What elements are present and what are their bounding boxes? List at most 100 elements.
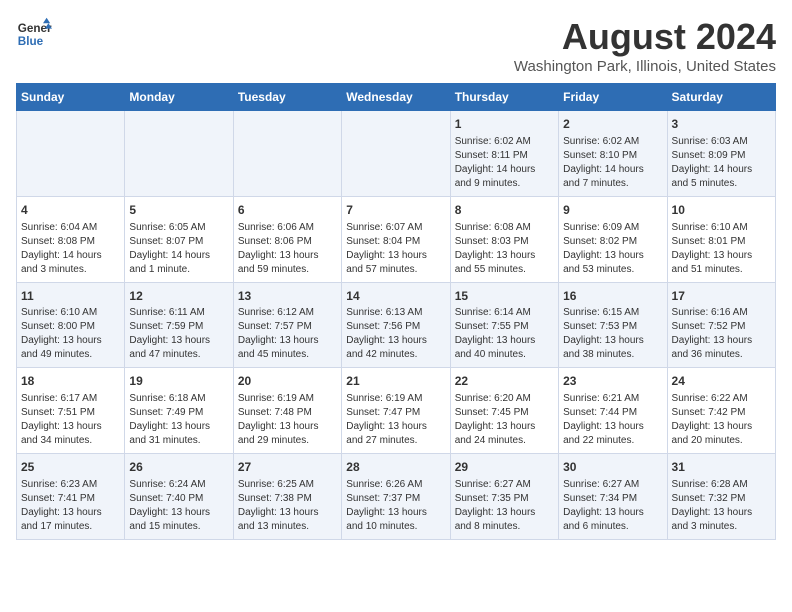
day-info: Sunrise: 6:19 AM Sunset: 7:47 PM Dayligh… — [346, 392, 445, 448]
calendar-cell: 16Sunrise: 6:15 AM Sunset: 7:53 PM Dayli… — [559, 282, 667, 368]
day-info: Sunrise: 6:15 AM Sunset: 7:53 PM Dayligh… — [563, 306, 662, 362]
calendar-cell: 9 Sunrise: 6:09 AM Sunset: 8:02 PM Daylig… — [559, 196, 667, 282]
calendar-cell: 3 Sunrise: 6:03 AM Sunset: 8:09 PM Daylig… — [667, 111, 775, 197]
column-header-saturday: Saturday — [667, 84, 775, 111]
day-info: Sunrise: 6:22 AM Sunset: 7:42 PM Dayligh… — [672, 392, 771, 448]
week-row-5: 25Sunrise: 6:23 AM Sunset: 7:41 PM Dayli… — [17, 454, 776, 540]
week-row-2: 4 Sunrise: 6:04 AM Sunset: 8:08 PM Daylig… — [17, 196, 776, 282]
logo: General Blue — [16, 16, 52, 52]
day-info: Sunrise: 6:10 AM Sunset: 8:00 PM Dayligh… — [21, 306, 120, 362]
calendar-cell: 6 Sunrise: 6:06 AM Sunset: 8:06 PM Daylig… — [233, 196, 341, 282]
day-number: 9 — [563, 202, 662, 219]
svg-text:General: General — [18, 22, 52, 35]
day-number: 17 — [672, 288, 771, 305]
day-number: 6 — [238, 202, 337, 219]
calendar-cell: 22 Sunrise: 6:20 AM Sunset: 7:45 PM Dayli… — [450, 368, 558, 454]
week-row-3: 11Sunrise: 6:10 AM Sunset: 8:00 PM Dayli… — [17, 282, 776, 368]
day-info: Sunrise: 6:24 AM Sunset: 7:40 PM Dayligh… — [129, 478, 228, 534]
calendar-cell — [125, 111, 233, 197]
day-number: 27 — [238, 459, 337, 476]
calendar-cell: 10 Sunrise: 6:10 AM Sunset: 8:01 PM Dayli… — [667, 196, 775, 282]
day-number: 20 — [238, 373, 337, 390]
calendar-cell: 27Sunrise: 6:25 AM Sunset: 7:38 PM Dayli… — [233, 454, 341, 540]
day-number: 2 — [563, 116, 662, 133]
calendar-cell — [17, 111, 125, 197]
calendar-cell: 25Sunrise: 6:23 AM Sunset: 7:41 PM Dayli… — [17, 454, 125, 540]
calendar-cell: 13Sunrise: 6:12 AM Sunset: 7:57 PM Dayli… — [233, 282, 341, 368]
day-info: Sunrise: 6:04 AM Sunset: 8:08 PM Dayligh… — [21, 221, 120, 277]
calendar-header-row: SundayMondayTuesdayWednesdayThursdayFrid… — [17, 84, 776, 111]
calendar-cell: 20Sunrise: 6:19 AM Sunset: 7:48 PM Dayli… — [233, 368, 341, 454]
column-header-tuesday: Tuesday — [233, 84, 341, 111]
calendar-table: SundayMondayTuesdayWednesdayThursdayFrid… — [16, 83, 776, 540]
calendar-cell: 17Sunrise: 6:16 AM Sunset: 7:52 PM Dayli… — [667, 282, 775, 368]
day-info: Sunrise: 6:26 AM Sunset: 7:37 PM Dayligh… — [346, 478, 445, 534]
day-number: 26 — [129, 459, 228, 476]
week-row-1: 1Sunrise: 6:02 AM Sunset: 8:11 PM Daylig… — [17, 111, 776, 197]
calendar-cell: 4 Sunrise: 6:04 AM Sunset: 8:08 PM Daylig… — [17, 196, 125, 282]
calendar-cell: 30Sunrise: 6:27 AM Sunset: 7:34 PM Dayli… — [559, 454, 667, 540]
day-info: Sunrise: 6:20 AM Sunset: 7:45 PM Dayligh… — [455, 392, 554, 448]
day-number: 28 — [346, 459, 445, 476]
calendar-cell: 14Sunrise: 6:13 AM Sunset: 7:56 PM Dayli… — [342, 282, 450, 368]
week-row-4: 18 Sunrise: 6:17 AM Sunset: 7:51 PM Dayli… — [17, 368, 776, 454]
day-number: 5 — [129, 202, 228, 219]
day-info: Sunrise: 6:07 AM Sunset: 8:04 PM Dayligh… — [346, 221, 445, 277]
calendar-cell — [233, 111, 341, 197]
day-number: 19 — [129, 373, 228, 390]
logo-icon: General Blue — [16, 16, 52, 52]
day-number: 11 — [21, 288, 120, 305]
day-info: Sunrise: 6:10 AM Sunset: 8:01 PM Dayligh… — [672, 221, 771, 277]
column-header-thursday: Thursday — [450, 84, 558, 111]
calendar-cell: 18 Sunrise: 6:17 AM Sunset: 7:51 PM Dayli… — [17, 368, 125, 454]
main-title: August 2024 — [514, 16, 776, 58]
day-number: 4 — [21, 202, 120, 219]
day-number: 15 — [455, 288, 554, 305]
day-info: Sunrise: 6:17 AM Sunset: 7:51 PM Dayligh… — [21, 392, 120, 448]
column-header-sunday: Sunday — [17, 84, 125, 111]
day-info: Sunrise: 6:13 AM Sunset: 7:56 PM Dayligh… — [346, 306, 445, 362]
calendar-cell — [342, 111, 450, 197]
day-info: Sunrise: 6:14 AM Sunset: 7:55 PM Dayligh… — [455, 306, 554, 362]
day-number: 3 — [672, 116, 771, 133]
calendar-cell: 5Sunrise: 6:05 AM Sunset: 8:07 PM Daylig… — [125, 196, 233, 282]
day-info: Sunrise: 6:03 AM Sunset: 8:09 PM Dayligh… — [672, 135, 771, 191]
subtitle: Washington Park, Illinois, United States — [514, 58, 776, 75]
calendar-cell: 1Sunrise: 6:02 AM Sunset: 8:11 PM Daylig… — [450, 111, 558, 197]
day-number: 7 — [346, 202, 445, 219]
column-header-friday: Friday — [559, 84, 667, 111]
calendar-cell: 11Sunrise: 6:10 AM Sunset: 8:00 PM Dayli… — [17, 282, 125, 368]
day-number: 24 — [672, 373, 771, 390]
day-number: 25 — [21, 459, 120, 476]
day-info: Sunrise: 6:11 AM Sunset: 7:59 PM Dayligh… — [129, 306, 228, 362]
day-info: Sunrise: 6:08 AM Sunset: 8:03 PM Dayligh… — [455, 221, 554, 277]
day-info: Sunrise: 6:21 AM Sunset: 7:44 PM Dayligh… — [563, 392, 662, 448]
calendar-cell: 7 Sunrise: 6:07 AM Sunset: 8:04 PM Daylig… — [342, 196, 450, 282]
calendar-cell: 19 Sunrise: 6:18 AM Sunset: 7:49 PM Dayli… — [125, 368, 233, 454]
day-number: 10 — [672, 202, 771, 219]
calendar-cell: 12Sunrise: 6:11 AM Sunset: 7:59 PM Dayli… — [125, 282, 233, 368]
day-number: 12 — [129, 288, 228, 305]
day-info: Sunrise: 6:09 AM Sunset: 8:02 PM Dayligh… — [563, 221, 662, 277]
day-number: 22 — [455, 373, 554, 390]
calendar-cell: 26 Sunrise: 6:24 AM Sunset: 7:40 PM Dayli… — [125, 454, 233, 540]
day-info: Sunrise: 6:16 AM Sunset: 7:52 PM Dayligh… — [672, 306, 771, 362]
day-info: Sunrise: 6:06 AM Sunset: 8:06 PM Dayligh… — [238, 221, 337, 277]
calendar-cell: 23Sunrise: 6:21 AM Sunset: 7:44 PM Dayli… — [559, 368, 667, 454]
calendar-cell: 28 Sunrise: 6:26 AM Sunset: 7:37 PM Dayli… — [342, 454, 450, 540]
day-number: 29 — [455, 459, 554, 476]
day-info: Sunrise: 6:02 AM Sunset: 8:11 PM Dayligh… — [455, 135, 554, 191]
calendar-cell: 29 Sunrise: 6:27 AM Sunset: 7:35 PM Dayli… — [450, 454, 558, 540]
svg-text:Blue: Blue — [18, 35, 44, 48]
day-info: Sunrise: 6:12 AM Sunset: 7:57 PM Dayligh… — [238, 306, 337, 362]
day-number: 21 — [346, 373, 445, 390]
day-info: Sunrise: 6:27 AM Sunset: 7:35 PM Dayligh… — [455, 478, 554, 534]
day-number: 13 — [238, 288, 337, 305]
day-number: 14 — [346, 288, 445, 305]
day-number: 31 — [672, 459, 771, 476]
calendar-cell: 2Sunrise: 6:02 AM Sunset: 8:10 PM Daylig… — [559, 111, 667, 197]
column-header-monday: Monday — [125, 84, 233, 111]
day-info: Sunrise: 6:18 AM Sunset: 7:49 PM Dayligh… — [129, 392, 228, 448]
title-section: August 2024 Washington Park, Illinois, U… — [514, 16, 776, 75]
day-number: 18 — [21, 373, 120, 390]
